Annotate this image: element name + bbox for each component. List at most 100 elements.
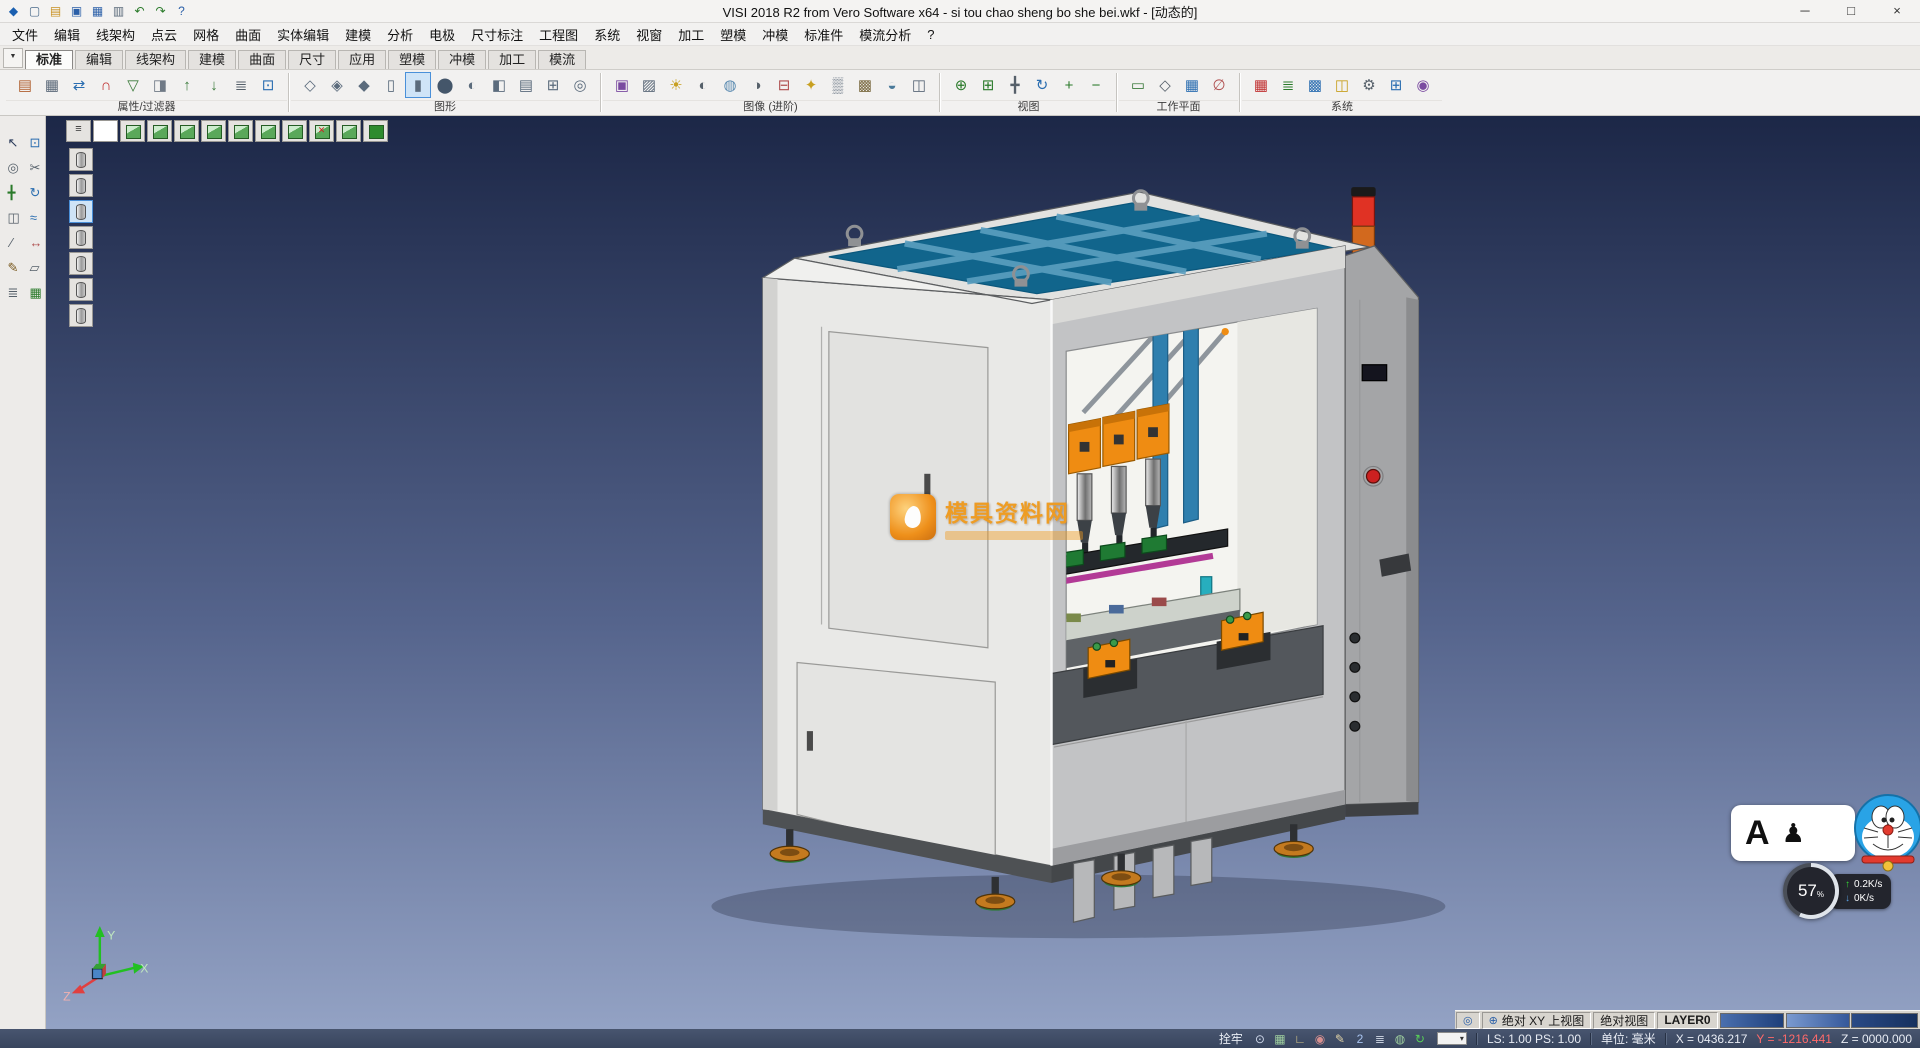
face-select-button[interactable]: [69, 174, 93, 197]
color-strip[interactable]: [1851, 1013, 1918, 1028]
attributes-icon[interactable]: ▤: [12, 72, 38, 98]
workplane-off-icon[interactable]: ∅: [1206, 72, 1232, 98]
magnet-snap-icon[interactable]: ∩: [93, 72, 119, 98]
edge-select-button[interactable]: [69, 226, 93, 249]
select-icon[interactable]: ↖: [2, 132, 22, 152]
zoom-fit-icon[interactable]: ⊕: [948, 72, 974, 98]
layers-status-icon[interactable]: ≣: [1372, 1032, 1388, 1046]
selection-filter-icon[interactable]: ⊡: [255, 72, 281, 98]
back-view-button[interactable]: [255, 120, 280, 142]
tab-mold[interactable]: 塑模: [388, 50, 436, 69]
system-table-icon[interactable]: ⊞: [1383, 72, 1409, 98]
view-search-section[interactable]: ◎: [1456, 1012, 1480, 1029]
open-file-icon[interactable]: ▤: [46, 3, 65, 20]
tab-application[interactable]: 应用: [338, 50, 386, 69]
menu-drafting[interactable]: 工程图: [531, 23, 586, 46]
snapshot-icon[interactable]: ◫: [906, 72, 932, 98]
count-status-icon[interactable]: 2: [1352, 1032, 1368, 1046]
render-solid-icon[interactable]: ⬤: [432, 72, 458, 98]
system-layers-icon[interactable]: ≣: [1275, 72, 1301, 98]
menu-system[interactable]: 系统: [586, 23, 628, 46]
layer-list-icon[interactable]: ≣: [228, 72, 254, 98]
axonometric-view-button[interactable]: [309, 120, 334, 142]
system-grid-icon[interactable]: ▦: [1248, 72, 1274, 98]
workplane-view-icon[interactable]: ▦: [1179, 72, 1205, 98]
print-icon[interactable]: ▥: [109, 3, 128, 20]
tab-standard[interactable]: 标准: [25, 50, 73, 69]
measure-icon[interactable]: ↔: [24, 232, 44, 252]
section-view-icon[interactable]: ◧: [486, 72, 512, 98]
menu-wireframe[interactable]: 线架构: [88, 23, 143, 46]
viewport-canvas[interactable]: Y X Z: [46, 116, 1920, 1035]
mesh-view-icon[interactable]: ▤: [513, 72, 539, 98]
target-view-icon[interactable]: ◎: [567, 72, 593, 98]
half-shade-icon[interactable]: ◐: [459, 72, 485, 98]
bottom-view-button[interactable]: [282, 120, 307, 142]
zoom-in-icon[interactable]: +: [1056, 72, 1082, 98]
system-screen-icon[interactable]: ◫: [1329, 72, 1355, 98]
menu-electrode[interactable]: 电极: [421, 23, 463, 46]
minimize-button[interactable]: ─: [1782, 0, 1828, 22]
ortho-status-icon[interactable]: ∟: [1292, 1032, 1308, 1046]
view-blank-button[interactable]: [93, 120, 118, 142]
move-icon[interactable]: ╋: [2, 182, 22, 202]
maximize-button[interactable]: □: [1828, 0, 1874, 22]
tab-dropdown-button[interactable]: ▼: [3, 48, 23, 68]
trim-icon[interactable]: ∕: [2, 232, 22, 252]
pan-icon[interactable]: ╋: [1002, 72, 1028, 98]
front-view-button[interactable]: [174, 120, 199, 142]
solid-select-button[interactable]: [69, 200, 93, 223]
redo-icon[interactable]: ↷: [151, 3, 170, 20]
save-icon[interactable]: ▣: [67, 3, 86, 20]
tab-wireframe[interactable]: 线架构: [125, 50, 186, 69]
view-menu-button[interactable]: [66, 120, 91, 142]
menu-analysis[interactable]: 分析: [379, 23, 421, 46]
menu-dimension[interactable]: 尺寸标注: [463, 23, 531, 46]
right-view-button[interactable]: [201, 120, 226, 142]
wireframe-icon[interactable]: ◇: [297, 72, 323, 98]
iso-view-button[interactable]: [120, 120, 145, 142]
filter-edit-icon[interactable]: ◨: [147, 72, 173, 98]
background-icon[interactable]: ▒: [825, 72, 851, 98]
rotate-view-icon[interactable]: ↻: [1029, 72, 1055, 98]
menu-modeling[interactable]: 建模: [337, 23, 379, 46]
menu-pointcloud[interactable]: 点云: [143, 23, 185, 46]
printer-icon[interactable]: ▦: [39, 72, 65, 98]
menu-solid-edit[interactable]: 实体编辑: [269, 23, 337, 46]
light-icon[interactable]: ☀: [663, 72, 689, 98]
menu-machining[interactable]: 加工: [670, 23, 712, 46]
menu-window[interactable]: 视窗: [628, 23, 670, 46]
system-colors-icon[interactable]: ▩: [1302, 72, 1328, 98]
transparency-icon[interactable]: ◍: [717, 72, 743, 98]
absolute-view-section[interactable]: 绝对视图: [1593, 1012, 1655, 1029]
shadow-icon[interactable]: ◐: [690, 72, 716, 98]
pin-label[interactable]: 拴牢: [1219, 1030, 1243, 1047]
workplane-3pt-icon[interactable]: ◇: [1152, 72, 1178, 98]
zoom-out-icon[interactable]: −: [1083, 72, 1109, 98]
tab-edit[interactable]: 编辑: [75, 50, 123, 69]
entity-select-button[interactable]: [69, 148, 93, 171]
color-swatch-1[interactable]: [1720, 1013, 1784, 1028]
shaded-icon[interactable]: ◆: [351, 72, 377, 98]
swap-attributes-icon[interactable]: ⇄: [66, 72, 92, 98]
current-view-section[interactable]: ⊕ 绝对 XY 上视图: [1482, 1012, 1592, 1029]
reflection-icon[interactable]: ◑: [744, 72, 770, 98]
sticker-card[interactable]: A ♟: [1731, 805, 1855, 861]
filter-icon[interactable]: ▽: [120, 72, 146, 98]
menu-mesh[interactable]: 网格: [185, 23, 227, 46]
body-select-button[interactable]: [69, 304, 93, 327]
offset-icon[interactable]: ≈: [24, 207, 44, 227]
grid-status-icon[interactable]: ▦: [1272, 1032, 1288, 1046]
feature-select-button[interactable]: [69, 278, 93, 301]
new-file-icon[interactable]: ▢: [25, 3, 44, 20]
grid-view-icon[interactable]: ⊞: [540, 72, 566, 98]
material-icon[interactable]: ▩: [852, 72, 878, 98]
layers-panel-icon[interactable]: ≣: [2, 282, 22, 302]
menu-flow-analysis[interactable]: 模流分析: [851, 23, 919, 46]
layer-section[interactable]: LAYER0: [1657, 1012, 1717, 1029]
shaded-view-button[interactable]: [363, 120, 388, 142]
tab-machining[interactable]: 加工: [488, 50, 536, 69]
layer-dropdown[interactable]: ▾: [1437, 1032, 1467, 1045]
world-status-icon[interactable]: ◍: [1392, 1032, 1408, 1046]
solid-cylinder-icon[interactable]: ▯: [378, 72, 404, 98]
